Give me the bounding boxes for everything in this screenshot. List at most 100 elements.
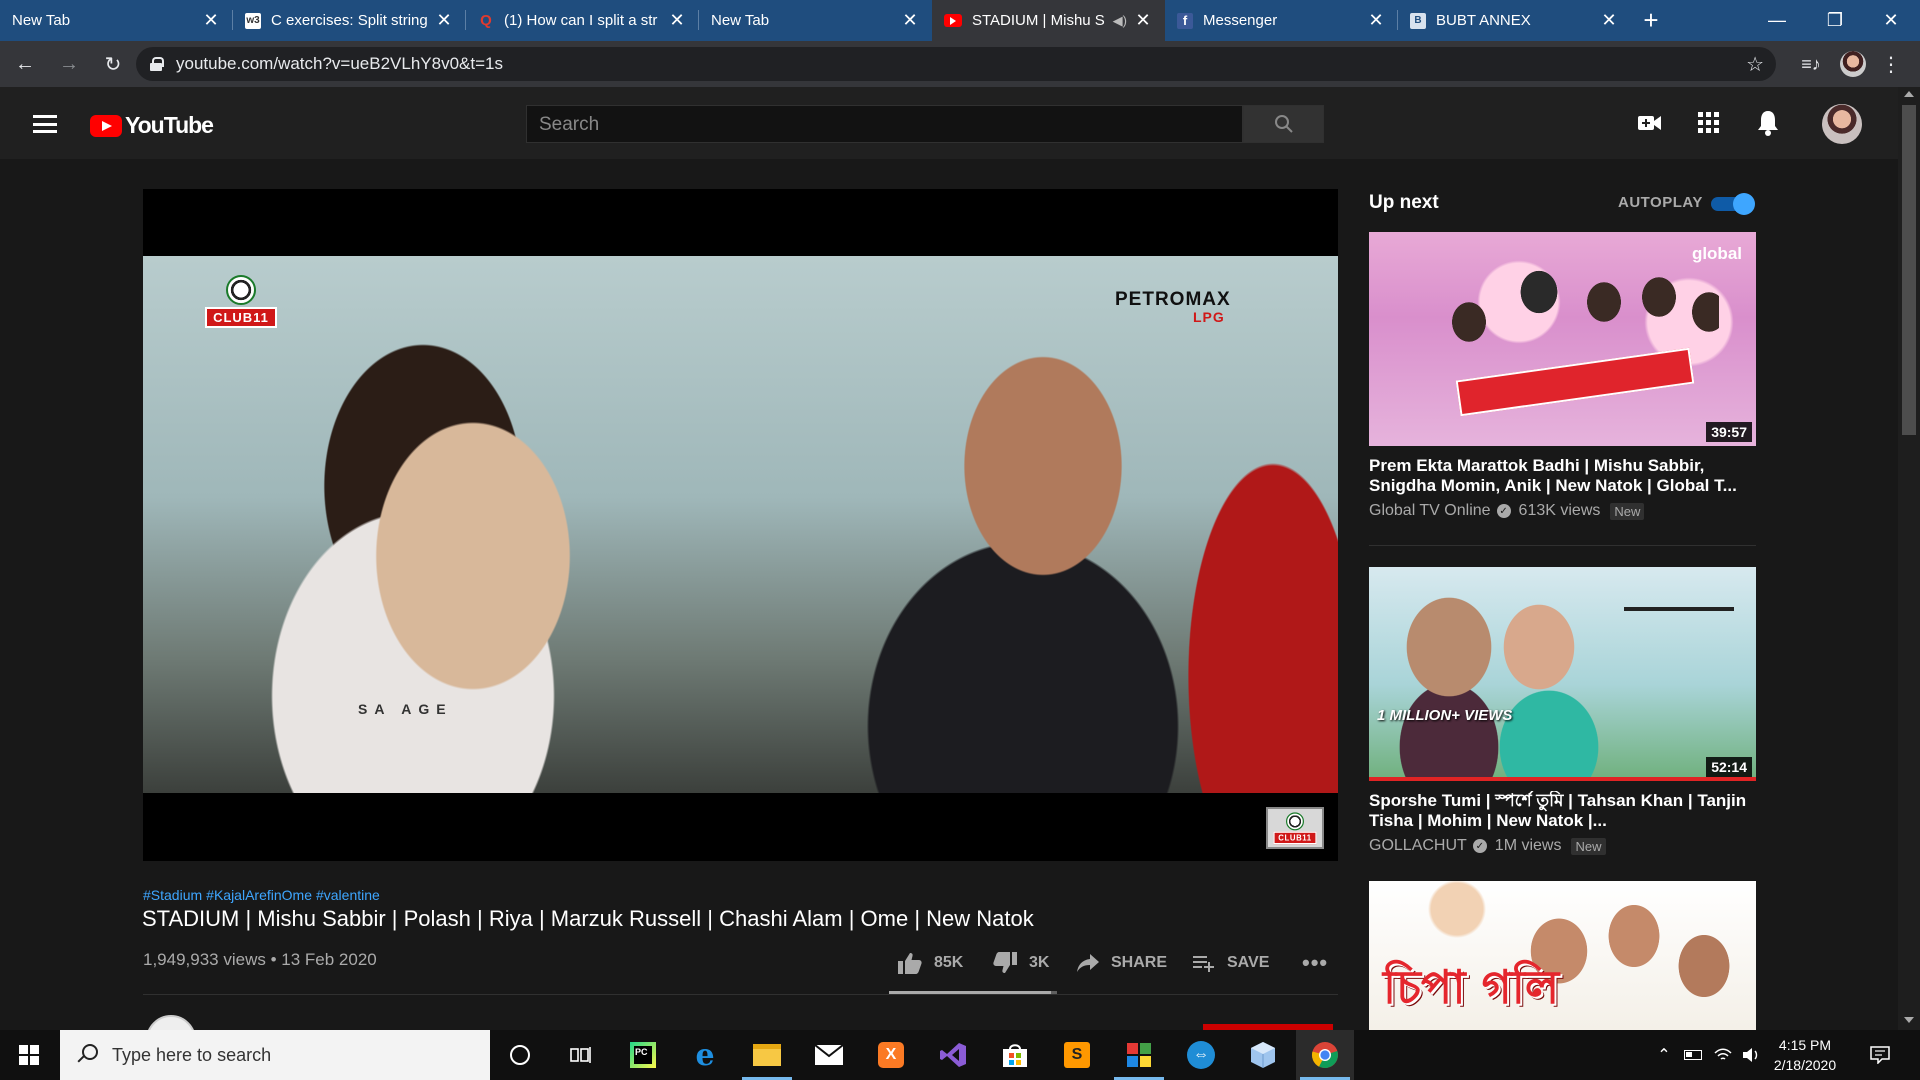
browser-toolbar: ← → ↻ youtube.com/watch?v=ueB2VLhY8v0&t=…	[0, 41, 1920, 87]
speaker-icon[interactable]: ◀︎)	[1113, 13, 1127, 29]
tab-close-icon[interactable]: ✕	[1133, 10, 1153, 31]
forward-arrow-icon[interactable]: →	[50, 45, 88, 83]
task-view-icon[interactable]	[552, 1030, 610, 1080]
channel-watermark-logo[interactable]: CLUB11	[1266, 807, 1324, 849]
card-meta: Global TV Online ✓ 613K views New	[1369, 502, 1756, 520]
tab-title: BUBT ANNEX	[1436, 12, 1531, 29]
wifi-icon[interactable]	[1710, 1030, 1736, 1080]
notifications-bell-icon[interactable]	[1754, 109, 1782, 137]
search-button[interactable]	[1243, 105, 1324, 143]
mail-icon[interactable]	[800, 1030, 858, 1080]
browser-tab[interactable]: Q (1) How can I split a str ✕	[466, 0, 699, 41]
video-player[interactable]: CLUB11 PETROMAX LPG SA AGE CLUB11	[143, 189, 1338, 861]
more-actions-icon[interactable]: •••	[1302, 948, 1328, 978]
teamviewer-icon[interactable]: ⇔	[1172, 1030, 1230, 1080]
search-icon	[76, 1044, 98, 1066]
tab-close-icon[interactable]: ✕	[667, 10, 687, 31]
share-button[interactable]: SHARE	[1077, 948, 1167, 978]
browser-tab[interactable]: New Tab ✕	[0, 0, 233, 41]
like-button[interactable]: 85K	[898, 948, 963, 978]
new-tab-plus-icon[interactable]: +	[1631, 0, 1671, 41]
view-count: 613K views	[1518, 502, 1601, 519]
taskbar-search-placeholder: Type here to search	[112, 1044, 272, 1065]
up-next-video-card[interactable]: চিপা গলি	[1369, 881, 1756, 1030]
back-arrow-icon[interactable]: ←	[6, 45, 44, 83]
video-thumbnail[interactable]: 1 MILLION+ VIEWS 52:14	[1369, 567, 1756, 781]
tab-close-icon[interactable]: ✕	[900, 10, 920, 31]
file-explorer-icon[interactable]	[738, 1030, 796, 1080]
edge-browser-icon[interactable]: e	[676, 1030, 734, 1080]
minimize-icon[interactable]: —	[1748, 0, 1806, 41]
share-label: SHARE	[1111, 954, 1168, 971]
account-avatar[interactable]	[1822, 104, 1862, 144]
chrome-browser-icon[interactable]	[1296, 1030, 1354, 1080]
scroll-up-arrow-icon[interactable]	[1904, 91, 1914, 97]
address-bar[interactable]: youtube.com/watch?v=ueB2VLhY8v0&t=1s ☆	[136, 47, 1776, 81]
hashtag-link[interactable]: #KajalArefinOme	[206, 887, 312, 903]
video-hashtags: #Stadium #KajalArefinOme #valentine	[143, 887, 384, 903]
battery-icon[interactable]	[1680, 1030, 1706, 1080]
tab-close-icon[interactable]: ✕	[201, 10, 221, 31]
video-thumbnail[interactable]: global 39:57	[1369, 232, 1756, 446]
tab-close-icon[interactable]: ✕	[434, 10, 454, 31]
new-badge: New	[1610, 502, 1645, 520]
sublime-text-icon[interactable]: S	[1048, 1030, 1106, 1080]
verified-check-icon: ✓	[1472, 839, 1487, 853]
channel-name[interactable]: Global TV Online	[1369, 502, 1491, 520]
xampp-icon[interactable]: X	[862, 1030, 920, 1080]
channel-name[interactable]: GOLLACHUT	[1369, 837, 1467, 855]
video-frame[interactable]: CLUB11 PETROMAX LPG SA AGE	[143, 256, 1338, 793]
browser-tab[interactable]: New Tab ✕	[699, 0, 932, 41]
browser-tab[interactable]: f Messenger ✕	[1165, 0, 1398, 41]
tray-expand-chevron-icon[interactable]: ⌃	[1652, 1030, 1676, 1080]
visual-studio-icon[interactable]	[924, 1030, 982, 1080]
scroll-down-arrow-icon[interactable]	[1904, 1017, 1914, 1023]
microsoft-store-icon[interactable]	[986, 1030, 1044, 1080]
colorful-app-icon[interactable]	[1110, 1030, 1168, 1080]
tab-title: (1) How can I split a str	[504, 12, 658, 29]
menu-kebab-icon[interactable]: ⋮	[1876, 41, 1906, 87]
reload-icon[interactable]: ↻	[94, 45, 132, 83]
up-next-video-card[interactable]: global 39:57 Prem Ekta Marattok Badhi | …	[1369, 232, 1756, 520]
autoplay-toggle[interactable]	[1711, 193, 1755, 215]
pycharm-icon[interactable]: PC	[614, 1030, 672, 1080]
tab-title: C exercises: Split string	[271, 12, 428, 29]
url-text[interactable]: youtube.com/watch?v=ueB2VLhY8v0&t=1s	[176, 54, 503, 74]
apps-grid-icon[interactable]	[1695, 109, 1723, 137]
taskbar-clock[interactable]: 4:15 PM 2/18/2020	[1760, 1035, 1850, 1075]
close-window-icon[interactable]: ✕	[1862, 0, 1920, 41]
action-center-notification-icon[interactable]	[1862, 1030, 1898, 1080]
browser-tab-strip: New Tab ✕ w3 C exercises: Split string ✕…	[0, 0, 1920, 41]
taskbar-search-input[interactable]: Type here to search	[60, 1030, 490, 1080]
page-scrollbar[interactable]	[1898, 87, 1920, 1030]
scrollbar-thumb[interactable]	[1902, 105, 1916, 435]
create-video-icon[interactable]	[1636, 109, 1664, 137]
restore-icon[interactable]: ❐	[1806, 0, 1864, 41]
search-input[interactable]: Search	[526, 105, 1243, 143]
tab-close-icon[interactable]: ✕	[1366, 10, 1386, 31]
video-views-date: 1,949,933 views • 13 Feb 2020	[143, 950, 377, 969]
youtube-logo[interactable]: YouTube	[90, 112, 214, 139]
tab-close-icon[interactable]: ✕	[1599, 10, 1619, 31]
browser-tab[interactable]: w3 C exercises: Split string ✕	[233, 0, 466, 41]
hashtag-link[interactable]: #valentine	[316, 887, 380, 903]
browser-tab[interactable]: B BUBT ANNEX ✕	[1398, 0, 1631, 41]
video-thumbnail[interactable]: চিপা গলি	[1369, 881, 1756, 1030]
profile-avatar-icon[interactable]	[1833, 41, 1873, 87]
thumbs-down-icon	[993, 952, 1017, 973]
cortana-icon[interactable]	[491, 1030, 549, 1080]
virtualbox-cube-icon[interactable]	[1234, 1030, 1292, 1080]
card-title[interactable]: Prem Ekta Marattok Badhi | Mishu Sabbir,…	[1369, 456, 1756, 496]
browser-tab-active[interactable]: STADIUM | Mishu S ◀︎) ✕	[932, 0, 1165, 41]
hamburger-menu-icon[interactable]	[33, 115, 57, 133]
save-button[interactable]: SAVE	[1193, 948, 1269, 978]
windows-start-icon[interactable]	[0, 1030, 58, 1080]
bookmark-star-icon[interactable]: ☆	[1746, 52, 1764, 77]
media-controls-icon[interactable]: ≡♪	[1793, 41, 1829, 87]
card-title[interactable]: Sporshe Tumi | স্পর্শে তুমি | Tahsan Kha…	[1369, 791, 1756, 831]
lpg-text: LPG	[1193, 309, 1225, 325]
lock-icon[interactable]	[150, 57, 164, 71]
up-next-video-card[interactable]: 1 MILLION+ VIEWS 52:14 Sporshe Tumi | স্…	[1369, 567, 1756, 855]
hashtag-link[interactable]: #Stadium	[143, 887, 202, 903]
dislike-button[interactable]: 3K	[993, 948, 1049, 978]
